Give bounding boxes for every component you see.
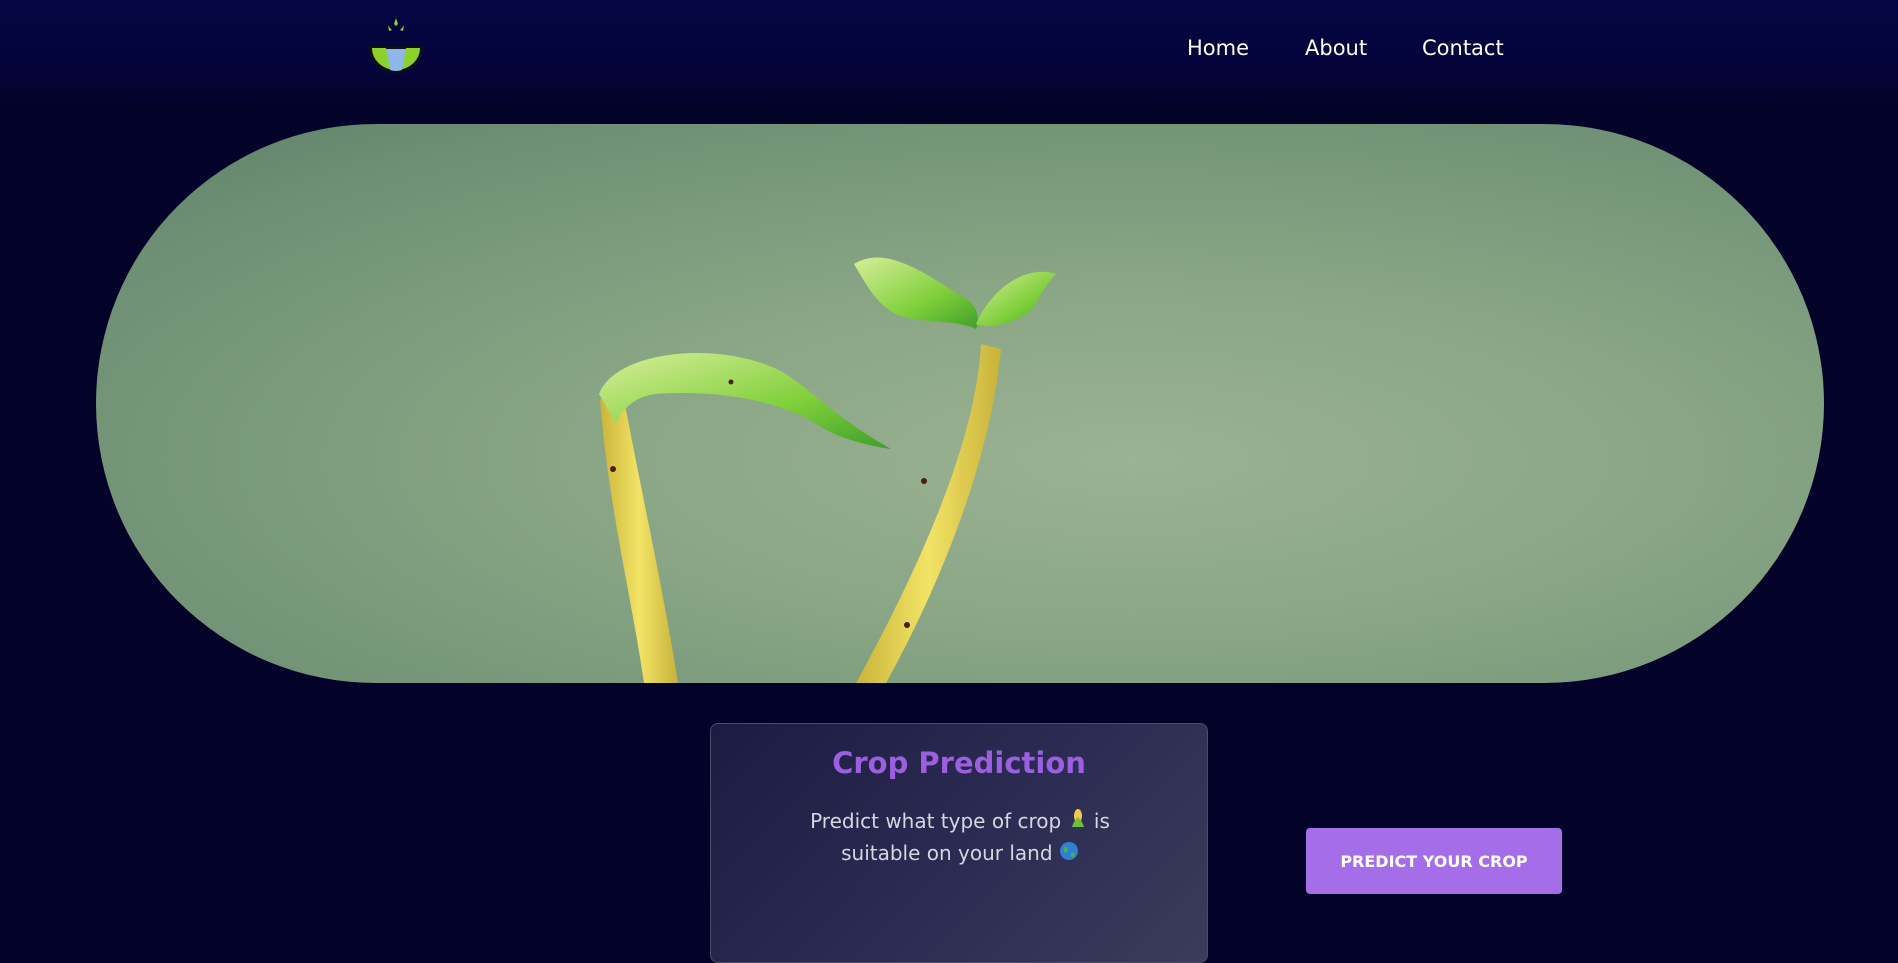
predict-your-crop-button[interactable]: PREDICT YOUR CROP bbox=[1306, 828, 1562, 894]
plant-bowl-logo-icon[interactable] bbox=[364, 14, 428, 78]
nav-link-contact[interactable]: Contact bbox=[1422, 36, 1504, 60]
seedling-illustration bbox=[599, 257, 1056, 683]
card-title: Crop Prediction bbox=[832, 746, 1086, 780]
card-desc-text-1: Predict what type of crop bbox=[810, 809, 1062, 833]
card-description: Predict what type of crop is suitable on… bbox=[799, 806, 1121, 870]
globe-emoji-icon bbox=[1059, 839, 1079, 870]
hero-image bbox=[96, 124, 1824, 683]
corn-emoji-icon bbox=[1068, 807, 1088, 838]
navbar: Home About Contact bbox=[0, 0, 1898, 102]
crop-prediction-card: Crop Prediction Predict what type of cro… bbox=[710, 723, 1208, 963]
nav-link-about[interactable]: About bbox=[1305, 36, 1367, 60]
nav-link-home[interactable]: Home bbox=[1187, 36, 1249, 60]
